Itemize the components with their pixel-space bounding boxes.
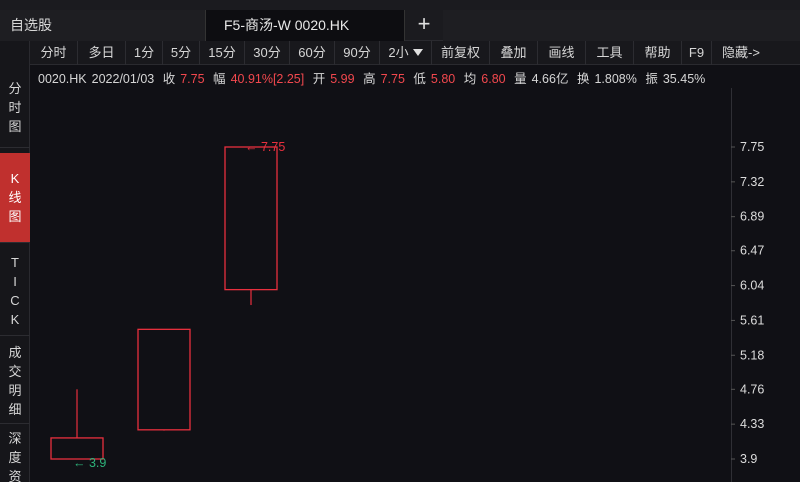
side-char: 度 bbox=[8, 450, 22, 465]
forward-adjust-button[interactable]: 前复权 bbox=[432, 41, 490, 65]
open-label: 开 bbox=[312, 72, 326, 86]
period-90min-button[interactable]: 90分 bbox=[335, 41, 380, 65]
volume-label: 量 bbox=[514, 72, 527, 86]
side-tab-intraday[interactable]: 分 时 图 bbox=[0, 68, 30, 148]
tab-bar: 自选股 F5-商汤-W 0020.HK + bbox=[0, 0, 800, 41]
side-char: 明 bbox=[8, 382, 22, 398]
side-char: K bbox=[10, 311, 20, 327]
avg-label: 均 bbox=[463, 72, 477, 86]
period-30min-button[interactable]: 30分 bbox=[245, 41, 290, 65]
side-tab-depth[interactable]: 深 度 资 bbox=[0, 427, 30, 482]
close-value: 7.75 bbox=[180, 72, 205, 86]
y-tick-label: 4.33 bbox=[740, 417, 764, 431]
tools-button[interactable]: 工具 bbox=[586, 41, 634, 65]
close-label: 收 bbox=[162, 72, 176, 86]
candle-body bbox=[224, 146, 278, 291]
period-60min-button[interactable]: 60分 bbox=[290, 41, 335, 65]
side-char: 成 bbox=[8, 344, 22, 360]
caret-down-icon bbox=[412, 49, 423, 56]
period-1min-button[interactable]: 1分 bbox=[126, 41, 163, 65]
side-char: C bbox=[10, 292, 20, 308]
period-multiday-button[interactable]: 多日 bbox=[78, 41, 126, 65]
period-intraday-button[interactable]: 分时 bbox=[30, 41, 78, 65]
y-tick-label: 5.18 bbox=[740, 348, 764, 362]
y-tick-label: 7.75 bbox=[740, 140, 764, 154]
side-char: 图 bbox=[8, 119, 22, 134]
overlay-button[interactable]: 叠加 bbox=[490, 41, 538, 65]
low-label: 低 bbox=[413, 72, 426, 86]
side-tab-kline[interactable]: K 线 图 bbox=[0, 153, 30, 243]
period-5min-button[interactable]: 5分 bbox=[163, 41, 200, 65]
side-tab-tick[interactable]: T I C K bbox=[0, 246, 30, 336]
y-tick-label: 6.89 bbox=[740, 210, 764, 224]
side-char: 交 bbox=[8, 363, 22, 379]
side-tabs: 分 时 图 K 线 图 T I C K 成 交 明 细 深 度 资 bbox=[0, 41, 30, 482]
low-value: 5.80 bbox=[430, 72, 456, 86]
add-tab-button[interactable]: + bbox=[406, 10, 442, 41]
open-value: 5.99 bbox=[330, 72, 355, 86]
side-char: 时 bbox=[8, 100, 22, 115]
y-tick-label: 7.32 bbox=[740, 175, 764, 189]
period-15min-button[interactable]: 15分 bbox=[200, 41, 245, 65]
period-2h-label: 2小 bbox=[388, 45, 409, 60]
amplitude-label: 振 bbox=[645, 72, 658, 86]
side-char: 线 bbox=[8, 190, 22, 205]
avg-value: 6.80 bbox=[481, 72, 506, 86]
side-char: 细 bbox=[8, 401, 22, 417]
side-char: T bbox=[11, 254, 19, 270]
period-toolbar: 分时 多日 1分 5分 15分 30分 60分 90分 2小 前复权 叠加 画线… bbox=[30, 41, 800, 65]
stock-code: 0020.HK bbox=[38, 72, 87, 86]
y-tick-label: 4.76 bbox=[740, 382, 764, 396]
candlestick-chart[interactable]: 7.75 7.32 6.89 6.47 6.04 5.61 5.18 4.76 4.33 3.9 ←… bbox=[31, 88, 800, 482]
high-value: 7.75 bbox=[380, 72, 405, 86]
side-char: K bbox=[10, 171, 20, 186]
candle-body bbox=[137, 328, 191, 431]
side-char: 分 bbox=[8, 81, 22, 96]
y-tick-label: 6.47 bbox=[740, 244, 764, 258]
side-char: 资 bbox=[8, 469, 22, 482]
turnover-label: 换 bbox=[576, 72, 590, 86]
max-price-marker: ← 7.75 bbox=[245, 140, 285, 154]
change-value: 40.91%[2.25] bbox=[230, 72, 305, 86]
tab-bar-empty bbox=[443, 10, 800, 41]
turnover-value: 1.808% bbox=[594, 72, 637, 86]
period-2h-dropdown[interactable]: 2小 bbox=[380, 41, 432, 65]
volume-value: 4.66亿 bbox=[531, 72, 569, 86]
side-char: I bbox=[13, 273, 17, 289]
side-char: 图 bbox=[8, 209, 22, 224]
quote-date: 2022/01/03 bbox=[91, 72, 155, 86]
hide-panel-button[interactable]: 隐藏-> bbox=[712, 41, 770, 65]
tab-stock-chart[interactable]: F5-商汤-W 0020.HK bbox=[205, 10, 405, 41]
amplitude-value: 35.45% bbox=[662, 72, 706, 86]
y-tick-label: 5.61 bbox=[740, 313, 764, 327]
side-char: 深 bbox=[8, 431, 22, 446]
y-tick-label: 6.04 bbox=[740, 279, 764, 293]
side-tab-trade-detail[interactable]: 成 交 明 细 bbox=[0, 338, 30, 424]
draw-line-button[interactable]: 画线 bbox=[538, 41, 586, 65]
high-label: 高 bbox=[363, 72, 376, 86]
quote-info-bar: 0020.HK 2022/01/03 收 7.75 幅 40.91%[2.25] 开5… bbox=[38, 68, 710, 86]
f9-button[interactable]: F9 bbox=[682, 41, 712, 65]
change-label: 幅 bbox=[213, 72, 226, 86]
min-price-marker: ← 3.9 bbox=[73, 456, 106, 470]
help-button[interactable]: 帮助 bbox=[634, 41, 682, 65]
y-tick-label: 3.9 bbox=[740, 452, 757, 466]
tab-watchlist[interactable]: 自选股 bbox=[0, 10, 205, 41]
